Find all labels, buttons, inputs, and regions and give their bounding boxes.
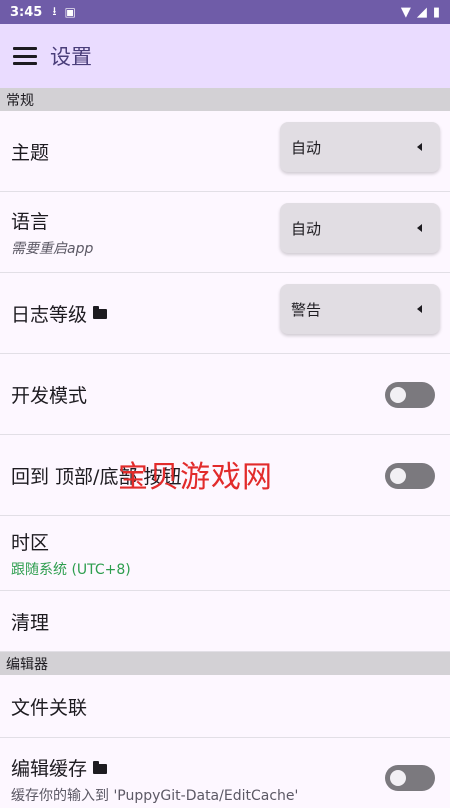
setting-theme: 主题 自动 bbox=[0, 111, 450, 192]
log-level-dropdown-value: 警告 bbox=[291, 300, 322, 319]
go-top-bottom-toggle[interactable] bbox=[385, 463, 435, 489]
theme-dropdown[interactable]: 自动 bbox=[280, 122, 440, 172]
watermark-text: 宝贝游戏网 bbox=[118, 460, 273, 495]
setting-language: 语言 需要重启app 自动 bbox=[0, 192, 450, 273]
menu-icon[interactable] bbox=[13, 47, 37, 65]
status-bar: 3:45 ⭳ ▣ ▼ ◢ ▮ bbox=[0, 0, 450, 24]
toggle-knob bbox=[390, 468, 406, 484]
setting-subtitle: 需要重启app bbox=[11, 240, 94, 257]
caret-left-icon bbox=[417, 305, 422, 313]
toggle-knob bbox=[390, 387, 406, 403]
wifi-icon: ▼ bbox=[400, 4, 411, 20]
log-level-dropdown[interactable]: 警告 bbox=[280, 284, 440, 334]
setting-label: 主题 bbox=[11, 141, 50, 164]
setting-label: 时区 bbox=[11, 531, 50, 554]
folder-icon[interactable] bbox=[93, 306, 108, 319]
battery-icon: ▮ bbox=[432, 4, 440, 20]
dev-mode-toggle[interactable] bbox=[385, 382, 435, 408]
setting-timezone[interactable]: 时区 跟随系统 (UTC+8) bbox=[0, 516, 450, 591]
a-icon: ▣ bbox=[64, 5, 76, 19]
setting-edit-cache[interactable]: 编辑缓存 缓存你的输入到 'PuppyGit-Data/EditCache' bbox=[0, 738, 450, 808]
section-header-general: 常规 bbox=[0, 88, 450, 111]
setting-dev-mode[interactable]: 开发模式 bbox=[0, 354, 450, 435]
signal-icon: ◢ bbox=[416, 4, 427, 20]
theme-dropdown-value: 自动 bbox=[291, 138, 322, 157]
setting-label: 开发模式 bbox=[11, 384, 88, 407]
caret-left-icon bbox=[417, 143, 422, 151]
setting-subtitle: 跟随系统 (UTC+8) bbox=[11, 561, 131, 578]
edit-cache-toggle[interactable] bbox=[385, 765, 435, 791]
caret-left-icon bbox=[417, 224, 422, 232]
setting-label: 文件关联 bbox=[11, 696, 88, 719]
language-dropdown[interactable]: 自动 bbox=[280, 203, 440, 253]
setting-clean[interactable]: 清理 bbox=[0, 591, 450, 652]
setting-subtitle: 缓存你的输入到 'PuppyGit-Data/EditCache' bbox=[11, 788, 299, 804]
folder-icon[interactable] bbox=[93, 760, 108, 774]
download-icon: ⭳ bbox=[52, 3, 57, 18]
status-time: 3:45 bbox=[10, 4, 43, 20]
app-bar: 设置 bbox=[0, 24, 450, 88]
toggle-knob bbox=[390, 770, 406, 786]
setting-label: 清理 bbox=[11, 611, 50, 634]
setting-label: 日志等级 bbox=[11, 303, 88, 326]
page-title: 设置 bbox=[50, 45, 92, 69]
language-dropdown-value: 自动 bbox=[291, 219, 322, 238]
section-header-editor: 编辑器 bbox=[0, 652, 450, 675]
setting-label: 语言 bbox=[11, 210, 50, 233]
setting-label: 编辑缓存 bbox=[11, 758, 88, 780]
setting-log-level: 日志等级 警告 bbox=[0, 273, 450, 354]
setting-file-association[interactable]: 文件关联 bbox=[0, 675, 450, 738]
